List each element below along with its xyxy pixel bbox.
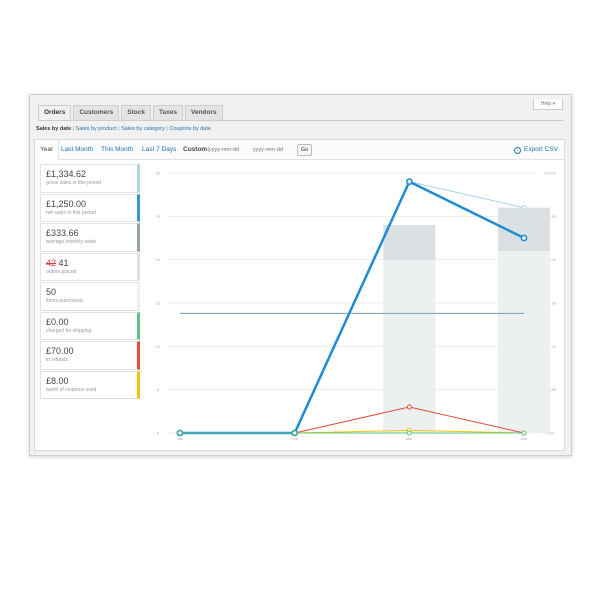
subnav-sales-by-category[interactable]: Sales by category bbox=[121, 126, 165, 132]
y-tick-label: 25 bbox=[156, 214, 161, 219]
tab-vendors[interactable]: Vendors bbox=[184, 105, 223, 120]
export-csv-button[interactable]: ↓ Export CSV bbox=[514, 140, 558, 160]
bar bbox=[498, 251, 550, 433]
x-tick-label: Apr bbox=[521, 436, 528, 441]
legend-label: net sales in this period bbox=[46, 209, 96, 216]
legend-orders-placed[interactable]: 42 41 orders placed bbox=[40, 252, 140, 281]
legend-value-previous: 42 bbox=[46, 257, 57, 268]
y2-tick-label: 723.00 bbox=[544, 171, 557, 176]
legend-value: £333.66 bbox=[46, 228, 79, 238]
date-range-bar: Year Last Month This Month Last 7 Days C… bbox=[35, 140, 564, 161]
data-point bbox=[521, 205, 527, 211]
range-this-month[interactable]: This Month bbox=[96, 140, 138, 160]
subnav-sales-by-product[interactable]: Sales by product bbox=[76, 126, 117, 132]
date-from-input[interactable] bbox=[209, 145, 249, 155]
legend-label: orders placed bbox=[46, 268, 77, 275]
legend-label: average monthly sales bbox=[46, 239, 97, 245]
y-tick-label: 10 bbox=[156, 344, 161, 349]
legend-label: in refunds bbox=[46, 357, 68, 363]
subnav-sales-by-date[interactable]: Sales by date bbox=[36, 126, 71, 132]
chart-svg: 0510152025300.00120.50241.00361.50482.00… bbox=[156, 171, 557, 442]
y-tick-label: 5 bbox=[157, 387, 160, 392]
legend-items-purchased[interactable]: 50 items purchased bbox=[40, 282, 140, 311]
tabs-divider bbox=[38, 120, 563, 121]
legend-label: gross sales in this period bbox=[46, 180, 102, 186]
export-csv-label: Export CSV bbox=[524, 146, 558, 153]
legend-value: £0.00 bbox=[46, 316, 69, 327]
y-tick-label: 15 bbox=[156, 301, 161, 306]
range-last-month[interactable]: Last Month bbox=[56, 140, 98, 160]
data-point bbox=[177, 430, 183, 436]
range-last-7-days[interactable]: Last 7 Days bbox=[137, 140, 181, 160]
legend-value: £1,250.00 bbox=[46, 198, 87, 209]
x-tick-label: Mar bbox=[406, 436, 414, 441]
download-icon: ↓ bbox=[514, 146, 522, 154]
sales-chart: 0510152025300.00120.50241.00361.50482.00… bbox=[142, 163, 564, 450]
date-to-input[interactable] bbox=[253, 145, 293, 155]
subnav-coupons-by-date[interactable]: Coupons by date bbox=[169, 126, 211, 132]
x-tick-label: Jan bbox=[177, 436, 183, 441]
legend-label: charged for shipping bbox=[46, 327, 92, 334]
data-point bbox=[521, 430, 527, 436]
go-button[interactable]: Go bbox=[297, 144, 312, 156]
legend-coupons[interactable]: £8.00 worth of coupons used bbox=[40, 370, 140, 399]
y-tick-label: 0 bbox=[157, 431, 160, 436]
custom-range-label: Custom: bbox=[183, 146, 210, 153]
tab-customers[interactable]: Customers bbox=[73, 105, 120, 120]
chart-legend: £1,334.62 gross sales in this period £1,… bbox=[40, 164, 140, 400]
series-line bbox=[180, 180, 525, 435]
x-tick-label: Feb bbox=[291, 436, 299, 441]
legend-value: 42 41 bbox=[46, 258, 132, 269]
legend-shipping[interactable]: £0.00 charged for shipping bbox=[40, 311, 140, 340]
data-point bbox=[520, 234, 528, 242]
legend-average-sales[interactable]: £333.66 average monthly sales bbox=[40, 223, 140, 252]
data-point bbox=[406, 404, 412, 410]
legend-value: £70.00 bbox=[46, 346, 74, 356]
legend-value: 50 bbox=[46, 287, 57, 297]
y-tick-label: 20 bbox=[156, 257, 161, 262]
legend-value: £1,334.62 bbox=[46, 169, 87, 179]
legend-gross-sales[interactable]: £1,334.62 gross sales in this period bbox=[40, 164, 140, 193]
tab-stock[interactable]: Stock bbox=[121, 105, 151, 120]
legend-net-sales[interactable]: £1,250.00 net sales in this period bbox=[40, 193, 140, 222]
tab-orders[interactable]: Orders bbox=[38, 105, 72, 121]
legend-refunds[interactable]: £70.00 in refunds bbox=[40, 341, 140, 370]
legend-label: items purchased bbox=[46, 298, 83, 304]
report-subnav: Sales by date | Sales by product | Sales… bbox=[36, 126, 211, 132]
help-button[interactable]: Help ▾ bbox=[533, 99, 563, 110]
y-tick-label: 30 bbox=[156, 171, 161, 176]
data-point bbox=[405, 178, 413, 186]
legend-value-current: 41 bbox=[58, 257, 69, 268]
report-panel: Year Last Month This Month Last 7 Days C… bbox=[34, 139, 565, 451]
series-line bbox=[180, 406, 525, 434]
data-point bbox=[292, 430, 298, 436]
legend-label: worth of coupons used bbox=[46, 386, 97, 393]
legend-value: £8.00 bbox=[46, 375, 69, 386]
report-tabs: Orders Customers Stock Taxes Vendors bbox=[38, 105, 225, 121]
reports-window: Help ▾ Orders Customers Stock Taxes Vend… bbox=[29, 94, 572, 456]
data-point bbox=[406, 430, 412, 436]
tab-taxes[interactable]: Taxes bbox=[153, 105, 183, 120]
